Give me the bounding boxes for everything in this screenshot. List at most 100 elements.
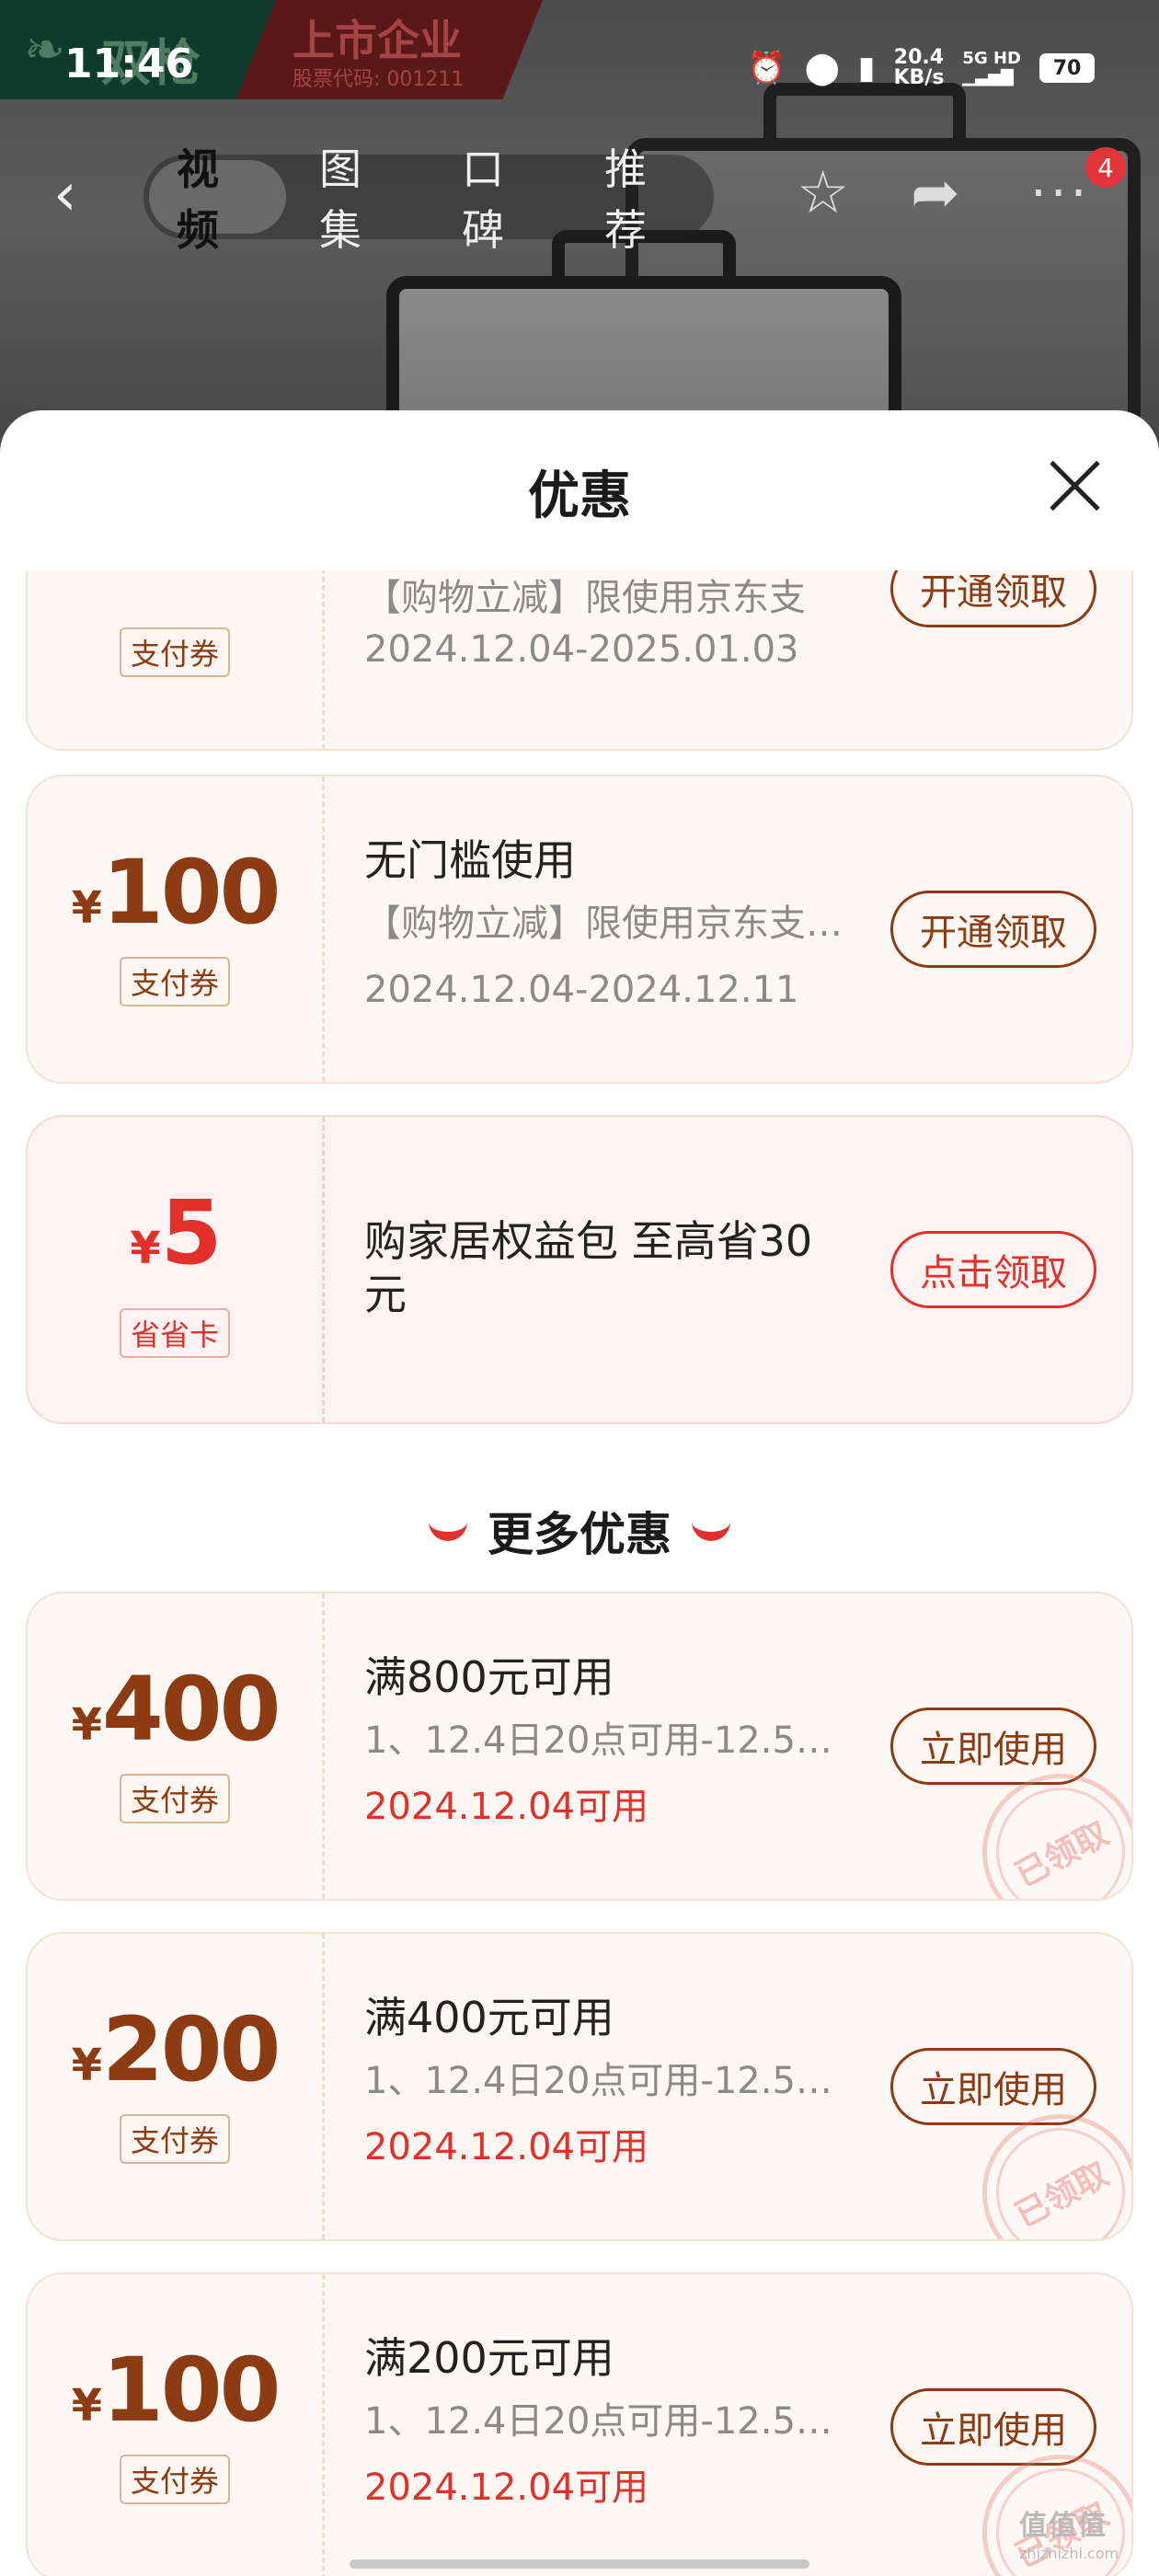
coupon-amount: ¥100 [28, 2339, 322, 2442]
media-tabs: 视频 图集 口碑 推荐 [143, 144, 714, 255]
coupon-title-line1: 购家居权益包 至高省30 [364, 1216, 813, 1266]
speed-value: 20.4 [893, 46, 945, 69]
network-speed: 20.4 KB/s [893, 48, 944, 88]
coupon-date: 2024.12.04可用 [364, 1786, 649, 1828]
smile-icon [429, 1521, 467, 1541]
status-icons: ⏰ ⬤ ▮ 20.4 KB/s 5G HD ▁▃▅▇ 70 [747, 48, 1095, 88]
more-offers-title: 更多优惠 [488, 1508, 671, 1561]
back-arrow-icon[interactable]: ‹ [53, 166, 77, 224]
card-divider [322, 570, 325, 749]
coupon-title: 无门槛使用 [364, 835, 576, 885]
coupon-date: 2024.12.04-2025.01.03 [364, 628, 799, 671]
currency-symbol: ¥ [130, 1223, 161, 1274]
share-icon[interactable]: ➦ [911, 164, 960, 223]
watermark-url: zhizhizhi.com [1019, 2545, 1119, 2562]
tab-video[interactable]: 视频 [149, 144, 286, 255]
favorite-star-icon[interactable]: ☆ [797, 164, 849, 223]
card-divider [322, 1593, 325, 1899]
coupon-tag-label: 支付券 [119, 957, 230, 1006]
status-bar: 11:46 ⏰ ⬤ ▮ 20.4 KB/s 5G HD ▁▃▅▇ 70 [0, 0, 1159, 138]
offers-list[interactable]: 支付券 【购物立减】限使用京东支 2024.12.04-2025.01.03 开… [0, 570, 1159, 2576]
amount-value: 5 [160, 1181, 223, 1284]
coupon-title: 满800元可用 [364, 1652, 614, 1702]
coupon-info: 无门槛使用 【购物立减】限使用京东支… 2024.12.04-2024.12.1… [364, 834, 879, 1016]
coupon-amount: ¥100 [28, 841, 322, 944]
signal-bars-icon: ▁▃▅▇ [962, 67, 1014, 86]
currency-symbol: ¥ [71, 1699, 102, 1751]
card-divider [322, 1117, 325, 1422]
sheet-title: 优惠 [528, 466, 631, 526]
coupon-card: ¥400 支付券 满800元可用 1、12.4日20点可用-12.5… 2024… [26, 1592, 1133, 1901]
coupon-info: 购家居权益包 至高省30 元 [364, 1214, 879, 1321]
coupon-title: 满200元可用 [364, 2333, 614, 2383]
coupon-tag: 支付券 [28, 1774, 322, 1823]
claimed-stamp-label: 已领取 [1009, 2155, 1115, 2236]
card-divider [322, 1934, 325, 2239]
coupon-amount: ¥200 [28, 1998, 322, 2101]
coupon-card: ¥200 支付券 满400元可用 1、12.4日20点可用-12.5… 2024… [26, 1932, 1133, 2241]
coupon-title: 满400元可用 [364, 1993, 614, 2042]
currency-symbol: ¥ [71, 2380, 102, 2432]
network-type: 5G HD [962, 49, 1021, 68]
message-badge: 4 [1085, 147, 1126, 188]
coupon-amount: ¥400 [28, 1658, 322, 1761]
currency-symbol: ¥ [71, 882, 102, 934]
activate-claim-button[interactable]: 开通领取 [890, 570, 1096, 627]
tab-gallery[interactable]: 图集 [292, 144, 429, 255]
coupon-card: ¥5 省省卡 购家居权益包 至高省30 元 点击领取 [26, 1115, 1133, 1424]
status-time: 11:46 [64, 40, 194, 87]
top-nav: ‹ 视频 图集 口碑 推荐 ☆ ➦ ··· 4 [0, 144, 1159, 255]
coupon-desc: 【购物立减】限使用京东支… [364, 903, 843, 945]
network-indicator: 5G HD ▁▃▅▇ [962, 50, 1021, 86]
claimed-stamp-label: 已领取 [1009, 1814, 1115, 1895]
coupon-amount: ¥5 [28, 1181, 322, 1284]
coupon-desc: 【购物立减】限使用京东支 [364, 577, 806, 619]
watermark-logo: 值值值 [1019, 2510, 1107, 2542]
battery-level: 70 [1052, 56, 1082, 80]
coupon-info: 满800元可用 1、12.4日20点可用-12.5… 2024.12.04可用 [364, 1650, 879, 1833]
card-divider [322, 2274, 325, 2576]
coupon-title-line2: 元 [364, 1270, 407, 1319]
coupon-card: 支付券 【购物立减】限使用京东支 2024.12.04-2025.01.03 开… [26, 570, 1133, 751]
tab-recommend[interactable]: 推荐 [577, 144, 714, 255]
speed-unit: KB/s [893, 66, 945, 89]
coupon-card: ¥100 支付券 无门槛使用 【购物立减】限使用京东支… 2024.12.04-… [26, 775, 1133, 1084]
card-divider [322, 776, 325, 1082]
coupon-tag-label: 支付券 [119, 1774, 230, 1823]
coupon-tag: 支付券 [28, 2114, 322, 2164]
coupon-date: 2024.12.04可用 [364, 2126, 649, 2168]
coupon-tag: 支付券 [28, 2455, 322, 2504]
more-options-icon[interactable]: ··· [1030, 164, 1090, 224]
amount-value: 400 [102, 1658, 281, 1761]
coupon-tag-label: 支付券 [119, 2455, 230, 2504]
coupon-date: 2024.12.04可用 [364, 2467, 649, 2509]
amount-value: 100 [102, 841, 281, 944]
activate-claim-button[interactable]: 开通领取 [890, 891, 1096, 968]
coupon-tag-label: 省省卡 [119, 1308, 230, 1358]
coupon-tag: 支付券 [28, 957, 322, 1006]
home-indicator[interactable] [350, 2559, 809, 2569]
amount-value: 100 [102, 2339, 281, 2442]
amount-value: 200 [102, 1998, 281, 2101]
alarm-icon: ⏰ [747, 50, 786, 86]
coupon-tag: 省省卡 [28, 1308, 322, 1358]
currency-symbol: ¥ [71, 2040, 102, 2091]
coupon-info: 满200元可用 1、12.4日20点可用-12.5… 2024.12.04可用 [364, 2331, 879, 2513]
coupon-desc: 1、12.4日20点可用-12.5… [364, 1719, 832, 1762]
coupon-date: 2024.12.04-2024.12.11 [364, 969, 799, 1011]
coupon-card: ¥100 支付券 满200元可用 1、12.4日20点可用-12.5… 2024… [26, 2272, 1133, 2576]
coupon-desc: 1、12.4日20点可用-12.5… [364, 2400, 832, 2443]
coupon-tag-label: 支付券 [119, 2114, 230, 2164]
offers-sheet: 优惠 支付券 【购物立减】限使用京东支 2024.12.04-2025.01.0… [0, 410, 1159, 2576]
vibrate-icon: ▮ [857, 50, 876, 86]
close-icon[interactable] [1047, 458, 1102, 513]
coupon-tag-label: 支付券 [119, 627, 230, 677]
click-claim-button[interactable]: 点击领取 [890, 1231, 1096, 1308]
location-icon: ⬤ [804, 50, 840, 86]
battery-icon: 70 [1039, 53, 1095, 83]
tab-reviews[interactable]: 口碑 [434, 144, 571, 255]
more-offers-heading: 更多优惠 [0, 1498, 1159, 1564]
coupon-info: 满400元可用 1、12.4日20点可用-12.5… 2024.12.04可用 [364, 1991, 879, 2173]
coupon-tag: 支付券 [28, 627, 322, 677]
coupon-desc: 1、12.4日20点可用-12.5… [364, 2060, 832, 2102]
